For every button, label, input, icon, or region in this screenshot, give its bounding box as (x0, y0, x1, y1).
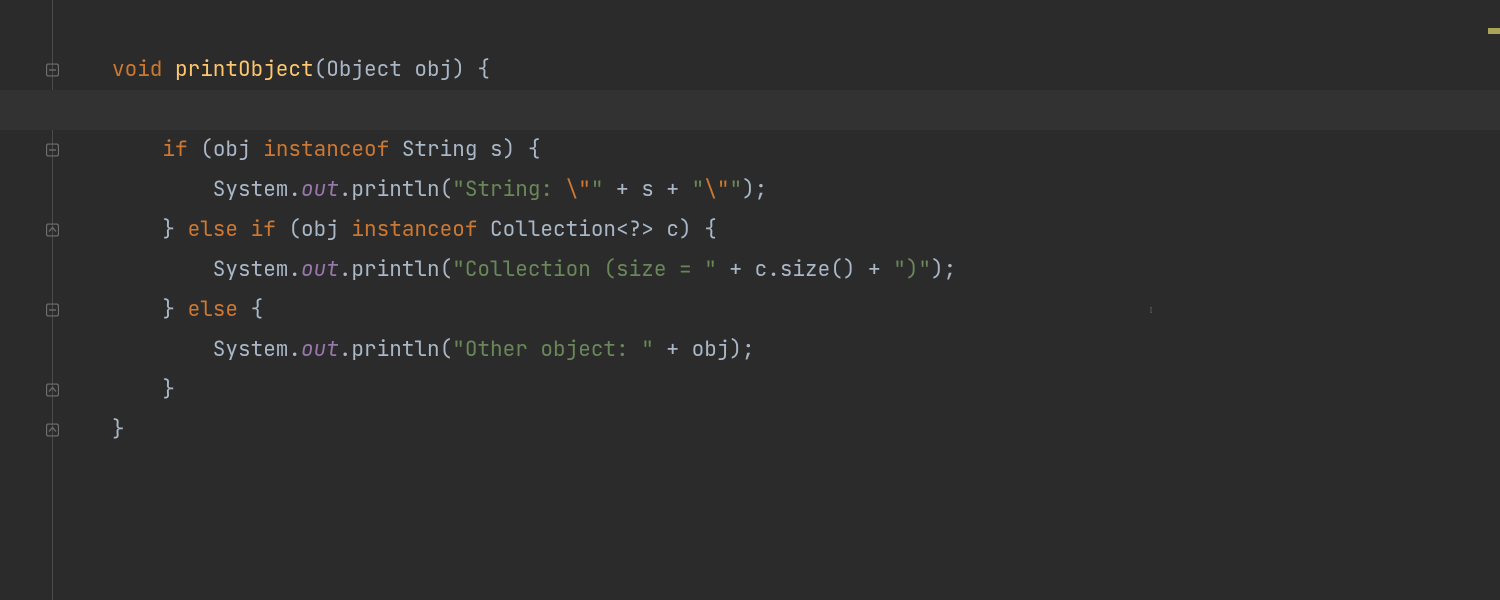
code-token: void (112, 56, 175, 83)
code-token: + c.size() + (729, 256, 893, 283)
code-token: "String: (452, 176, 565, 203)
scroll-marker[interactable] (1488, 28, 1500, 34)
code-token: ); (931, 256, 956, 283)
code-token: (obj (200, 136, 263, 163)
code-line[interactable]: } (112, 370, 1500, 410)
code-token: System. (112, 176, 301, 203)
code-token: { (251, 296, 264, 323)
code-token: if (162, 136, 200, 163)
code-token: "Collection (size = " (452, 256, 729, 283)
code-token: Collection<?> c (490, 216, 679, 243)
fold-end-icon[interactable] (46, 384, 59, 397)
code-token: } (112, 296, 188, 323)
code-line[interactable]: if (obj instanceof String s) { (112, 130, 1500, 170)
fold-end-icon[interactable] (46, 424, 59, 437)
code-line[interactable]: System.out.println("Collection (size = "… (112, 250, 1500, 290)
code-line[interactable]: } else if (obj instanceof Collection<?> … (112, 210, 1500, 250)
code-token: out (301, 256, 339, 283)
code-token: Object (326, 56, 414, 83)
fold-collapse-icon[interactable] (46, 64, 59, 77)
code-token (112, 136, 162, 163)
code-line[interactable] (112, 90, 1500, 130)
code-editor[interactable]: void printObject(Object obj) { if (obj i… (0, 0, 1500, 600)
fold-collapse-icon[interactable] (46, 144, 59, 157)
code-token: ) { (503, 136, 541, 163)
code-line[interactable]: } else { (112, 290, 1500, 330)
code-content[interactable]: void printObject(Object obj) { if (obj i… (72, 0, 1500, 450)
code-token: ")" (893, 256, 931, 283)
code-token: String s (402, 136, 503, 163)
code-token: obj (414, 56, 452, 83)
scrollbar-track[interactable] (1486, 0, 1500, 600)
code-token: } (112, 216, 188, 243)
fold-end-icon[interactable] (46, 224, 59, 237)
fold-collapse-icon[interactable] (46, 304, 59, 317)
code-token: \" (566, 176, 591, 203)
code-token: \" (704, 176, 729, 203)
code-token: ) { (679, 216, 717, 243)
code-token: + obj); (666, 336, 754, 363)
code-line[interactable]: System.out.println("String: \"" + s + "\… (112, 170, 1500, 210)
code-token: printObject (175, 56, 314, 83)
code-token: ) { (452, 56, 490, 83)
code-token: ); (742, 176, 767, 203)
code-area[interactable]: void printObject(Object obj) { if (obj i… (72, 0, 1500, 600)
code-token: } (112, 376, 175, 403)
code-token: (obj (288, 216, 351, 243)
code-token (112, 96, 162, 123)
code-token: instanceof (263, 136, 402, 163)
code-token: else if (188, 216, 289, 243)
code-line[interactable]: } (112, 410, 1500, 450)
code-token: out (301, 336, 339, 363)
text-caret-icon (1150, 296, 1152, 324)
code-token: else (188, 296, 251, 323)
code-token: " (591, 176, 616, 203)
code-token: } (112, 416, 125, 443)
code-token: .println( (339, 176, 452, 203)
code-token: .println( (339, 256, 452, 283)
code-token: System. (112, 256, 301, 283)
code-token: .println( (339, 336, 452, 363)
code-token: + s + (616, 176, 692, 203)
code-token: out (301, 176, 339, 203)
code-token: ( (314, 56, 327, 83)
code-line[interactable]: System.out.println("Other object: " + ob… (112, 330, 1500, 370)
code-token: " (729, 176, 742, 203)
code-token: System. (112, 336, 301, 363)
code-token: " (692, 176, 705, 203)
code-line[interactable]: void printObject(Object obj) { (112, 50, 1500, 90)
code-token: "Other object: " (452, 336, 666, 363)
code-token: instanceof (351, 216, 490, 243)
